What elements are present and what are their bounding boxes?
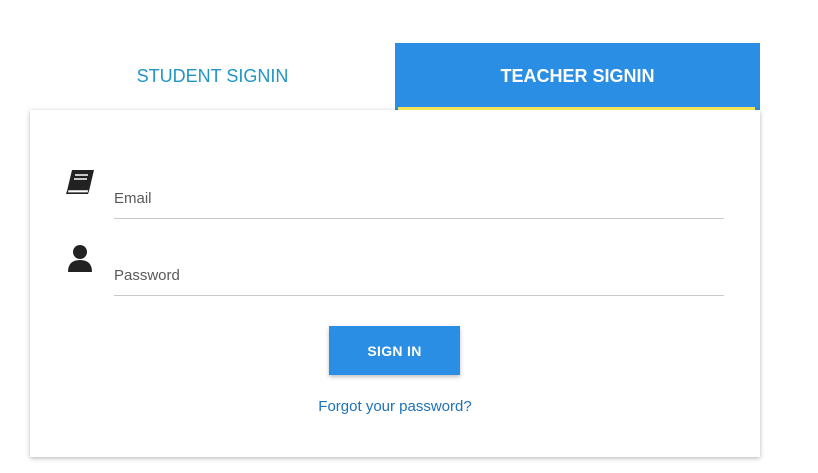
email-input[interactable] — [114, 179, 724, 218]
tab-teacher-signin-label: TEACHER SIGNIN — [500, 66, 655, 86]
active-tab-indicator — [398, 107, 755, 110]
password-input[interactable] — [114, 256, 724, 295]
book-icon — [64, 166, 96, 198]
forgot-password-link[interactable]: Forgot your password? — [30, 398, 760, 415]
sign-in-button[interactable]: SIGN IN — [329, 326, 460, 375]
tab-student-signin[interactable]: STUDENT SIGNIN — [30, 43, 395, 110]
user-icon — [64, 243, 96, 275]
password-field[interactable] — [114, 256, 724, 296]
signin-page: STUDENT SIGNIN TEACHER SIGNIN Email SIGN… — [0, 0, 818, 473]
email-field[interactable] — [114, 179, 724, 219]
tab-student-signin-label: STUDENT SIGNIN — [136, 66, 289, 86]
tab-teacher-signin[interactable]: TEACHER SIGNIN — [395, 43, 760, 110]
signin-card: SIGN IN Forgot your password? — [30, 110, 760, 457]
